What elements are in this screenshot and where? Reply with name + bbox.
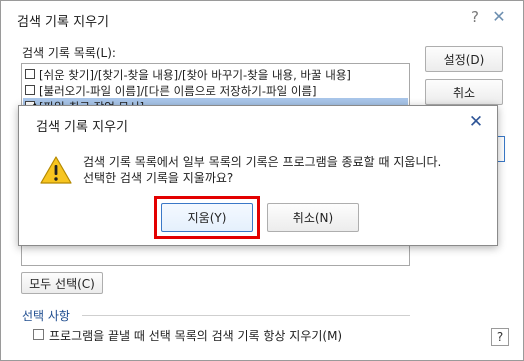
list-item-label: [쉬운 찾기]/[찾기-찾을 내용]/[찾아 바꾸기-찾을 내용, 바꿀 내용] <box>39 68 351 82</box>
clear-on-exit-checkbox[interactable] <box>33 329 44 340</box>
history-list-label: 검색 기록 목록(L): <box>22 46 116 60</box>
dialog-close-icon[interactable]: ✕ <box>467 112 485 132</box>
cancel-button-label: 취소 <box>452 85 476 100</box>
window-title: 검색 기록 지우기 <box>17 15 109 30</box>
options-section-title: 선택 사항 <box>22 309 70 323</box>
dialog-cancel-label: 취소(N) <box>292 211 334 225</box>
settings-button-label: 설정(D) <box>443 52 485 67</box>
close-icon[interactable]: ✕ <box>490 7 508 26</box>
select-all-button[interactable]: 모두 선택(C) <box>21 272 103 294</box>
confirm-delete-button[interactable]: 지움(Y) <box>161 203 253 232</box>
help-icon[interactable]: ? <box>468 8 482 26</box>
section-divider <box>82 315 410 316</box>
dialog-cancel-button[interactable]: 취소(N) <box>267 203 359 232</box>
confirm-delete-label: 지움(Y) <box>187 211 227 225</box>
clear-on-exit-label[interactable]: 프로그램을 끝낼 때 선택 목록의 검색 기록 항상 지우기(M) <box>49 327 342 344</box>
dialog-message-line1: 검색 기록 목록에서 일부 목록의 기록은 프로그램을 종료할 때 지웁니다. <box>83 155 442 169</box>
list-item-checkbox[interactable] <box>25 69 35 79</box>
warning-icon <box>40 156 72 184</box>
cancel-button[interactable]: 취소 <box>425 79 503 105</box>
help-button[interactable]: ? <box>491 328 509 346</box>
list-item[interactable]: [불러오기-파일 이름]/[다른 이름으로 저장하기-파일 이름] <box>23 82 408 98</box>
dialog-message-line2: 선택한 검색 기록을 지울까요? <box>83 171 234 185</box>
list-item-checkbox[interactable] <box>25 85 35 95</box>
settings-button[interactable]: 설정(D) <box>425 46 503 72</box>
select-all-label: 모두 선택(C) <box>29 276 95 291</box>
list-item-label: [불러오기-파일 이름]/[다른 이름으로 저장하기-파일 이름] <box>39 84 317 98</box>
list-item[interactable]: [쉬운 찾기]/[찾기-찾을 내용]/[찾아 바꾸기-찾을 내용, 바꿀 내용] <box>23 66 408 82</box>
confirm-dialog: 검색 기록 지우기 ✕ 검색 기록 목록에서 일부 목록의 기록은 프로그램을 … <box>18 105 498 246</box>
dialog-title: 검색 기록 지우기 <box>36 120 128 135</box>
